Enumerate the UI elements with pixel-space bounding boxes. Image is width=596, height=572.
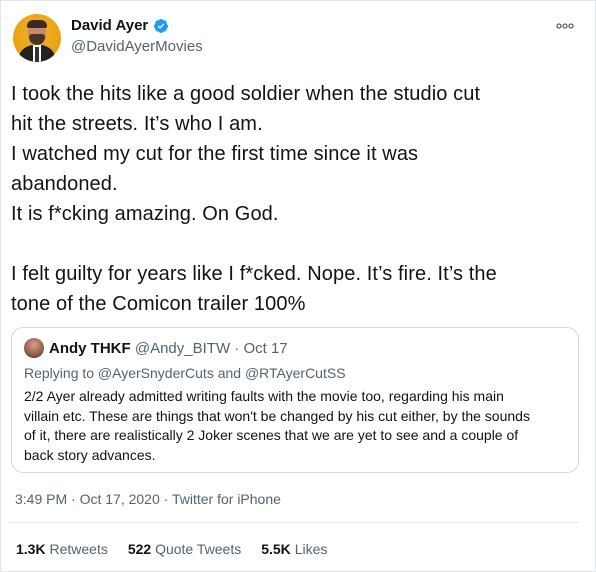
tweet-text-line: tone of the Comicon trailer 100%: [11, 293, 306, 315]
quoted-tweet-header: Andy THKF @Andy_BITW · Oct 17: [49, 340, 288, 358]
quote-tweets-stat[interactable]: 522 Quote Tweets: [128, 540, 241, 558]
tweet-timestamp: 3:49 PM · Oct 17, 2020 · Twitter for iPh…: [15, 490, 281, 508]
stats-divider: [11, 522, 579, 523]
quoted-text-line: 2/2 Ayer already admitted writing faults…: [24, 388, 504, 404]
quoted-tweet-text: 2/2 Ayer already admitted writing faults…: [24, 387, 572, 465]
tweet-text-line: I felt guilty for years like I f*cked. N…: [11, 263, 497, 285]
retweets-count: 1.3K: [16, 541, 46, 557]
quoted-meta-separator: ·: [234, 340, 240, 357]
avatar-hair: [27, 20, 47, 28]
author-handle[interactable]: @DavidAyerMovies: [71, 38, 203, 56]
tweet-card: David Ayer @DavidAyerMovies I took the h…: [0, 0, 596, 572]
tweet-source[interactable]: Twitter for iPhone: [172, 491, 281, 507]
quote-tweets-label: Quote Tweets: [155, 541, 242, 557]
tweet-text-line: abandoned.: [11, 173, 118, 195]
author-avatar[interactable]: [13, 14, 61, 62]
quoted-text-line: of it, there are realistically 2 Joker s…: [24, 427, 519, 443]
avatar-tie: [35, 47, 39, 62]
retweets-stat[interactable]: 1.3K Retweets: [16, 540, 108, 558]
quoted-tweet[interactable]: Andy THKF @Andy_BITW · Oct 17 Replying t…: [11, 327, 579, 473]
likes-count: 5.5K: [261, 541, 291, 557]
quoted-author-name: Andy THKF: [49, 340, 131, 357]
author-display-name[interactable]: David Ayer: [71, 16, 148, 36]
tweet-time[interactable]: 3:49 PM: [15, 491, 67, 507]
retweets-label: Retweets: [49, 541, 108, 557]
verified-badge-icon: [154, 19, 169, 33]
timestamp-separator: ·: [163, 491, 169, 507]
quoted-text-line: villain etc. These are things that won't…: [24, 407, 530, 424]
tweet-text-line: I watched my cut for the first time sinc…: [11, 143, 419, 165]
tweet-date[interactable]: Oct 17, 2020: [80, 491, 160, 507]
tweet-text-line: I took the hits like a good soldier when…: [11, 83, 481, 105]
engagement-stats: 1.3K Retweets 522 Quote Tweets 5.5K Like…: [16, 540, 347, 558]
quoted-tweet-date: Oct 17: [243, 340, 288, 357]
quoted-author-handle: @Andy_BITW: [134, 340, 231, 357]
replying-to-text: Replying to @AyerSnyderCuts and @RTAyerC…: [24, 365, 346, 381]
author-name-row: David Ayer: [71, 16, 169, 36]
quote-tweets-count: 522: [127, 541, 152, 557]
avatar-beard: [29, 34, 45, 45]
likes-stat[interactable]: 5.5K Likes: [261, 540, 327, 558]
tweet-text: I took the hits like a good soldier when…: [11, 79, 586, 319]
likes-label: Likes: [294, 541, 328, 557]
quoted-author-avatar: [24, 338, 44, 358]
tweet-text-line: hit the streets. It’s who I am.: [11, 113, 263, 135]
more-options-icon[interactable]: [556, 21, 574, 31]
tweet-text-line: It is f*cking amazing. On God.: [11, 203, 279, 225]
quoted-text-line: back story advances.: [24, 446, 156, 463]
timestamp-separator: ·: [71, 491, 76, 507]
